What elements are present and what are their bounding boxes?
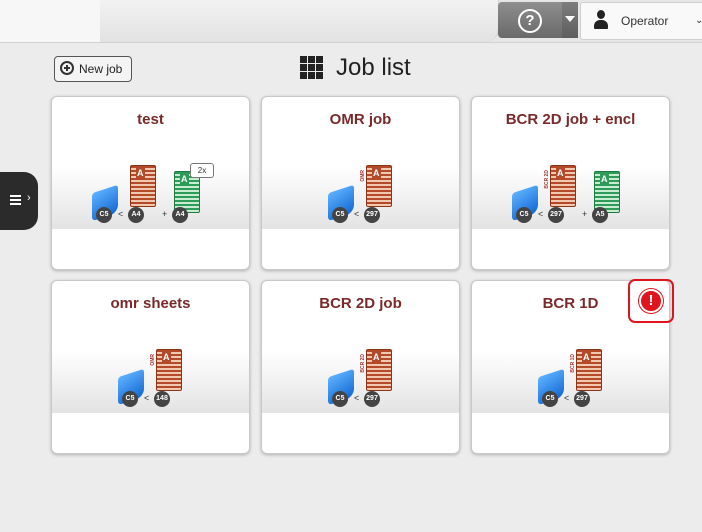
document-side-label: OMR <box>360 170 366 182</box>
multiplier-badge: 2x <box>190 163 214 178</box>
dropdown-arrow-icon <box>565 16 575 22</box>
top-left-area <box>0 0 101 42</box>
envelope-size-badge: C5 <box>96 207 112 223</box>
top-bar: ? Operator ⌄ <box>0 0 702 43</box>
help-icon: ? <box>518 9 542 33</box>
document-letter: A <box>582 352 591 362</box>
document-letter: A <box>180 174 189 184</box>
job-card[interactable]: BCR 2D job + encl C5 < A BCR 2D 297 + A A5 <box>471 96 670 270</box>
document-size-badge: 297 <box>574 391 590 407</box>
side-menu-tab[interactable]: › <box>0 172 38 230</box>
document-icon: A OMR <box>360 165 392 207</box>
job-card[interactable]: omr sheets C5 < A OMR 148 <box>51 280 250 454</box>
document-size-badge: 297 <box>548 207 564 223</box>
menu-icon <box>10 195 21 205</box>
document-icon: A OMR <box>150 349 182 391</box>
envelope-size-badge: C5 <box>332 207 348 223</box>
envelope-size-badge: C5 <box>332 391 348 407</box>
document-letter: A <box>556 168 565 178</box>
operator-symbol: < <box>538 209 544 219</box>
job-card[interactable]: OMR job C5 < A OMR 297 <box>261 96 460 270</box>
document-icon: A BCR 2D <box>544 165 576 207</box>
job-illustration: C5 < A BCR 1D 297 <box>472 333 669 413</box>
document-size-badge: A4 <box>172 207 188 223</box>
job-illustration: C5 < A BCR 2D 297 + A A5 <box>472 149 669 229</box>
document-icon: A <box>130 165 156 207</box>
top-title-area <box>100 0 499 42</box>
user-menu[interactable]: Operator ⌄ <box>580 2 702 40</box>
grid-icon <box>300 56 324 80</box>
document-icon: A BCR 2D <box>360 349 392 391</box>
envelope-size-badge: C5 <box>516 207 532 223</box>
operator-symbol: + <box>582 209 588 219</box>
operator-symbol: + <box>162 209 168 219</box>
page-title-text: Job list <box>336 54 411 81</box>
document-size-badge: 297 <box>364 207 380 223</box>
plus-circle-icon <box>60 61 74 75</box>
document-letter: A <box>136 168 145 178</box>
document-side-label: BCR 2D <box>544 170 550 189</box>
job-title: OMR job <box>329 111 392 128</box>
job-illustration: C5 < A OMR 148 <box>52 333 249 413</box>
exclamation-icon: ! <box>639 289 663 313</box>
chevron-right-icon: › <box>27 192 31 204</box>
document-letter: A <box>372 168 381 178</box>
document-size-badge: A5 <box>592 207 608 223</box>
job-illustration: C5 < A A4 + A 2x A4 <box>52 149 249 229</box>
job-title: test <box>137 111 164 128</box>
job-card[interactable]: test C5 < A A4 + A 2x A4 <box>51 96 250 270</box>
document-letter: A <box>600 174 609 184</box>
job-illustration: C5 < A OMR 297 <box>262 149 459 229</box>
operator-symbol: < <box>354 209 360 219</box>
document-size-badge: A4 <box>128 207 144 223</box>
job-card[interactable]: BCR 2D job C5 < A BCR 2D 297 <box>261 280 460 454</box>
operator-symbol: < <box>354 393 360 403</box>
operator-symbol: < <box>564 393 570 403</box>
new-job-label: New job <box>79 62 123 76</box>
document-letter: A <box>162 352 171 362</box>
user-name: Operator <box>621 14 669 28</box>
job-title: BCR 2D job + encl <box>505 111 636 128</box>
document-letter: A <box>372 352 381 362</box>
operator-symbol: < <box>118 209 124 219</box>
envelope-size-badge: C5 <box>122 391 138 407</box>
person-icon <box>593 10 609 30</box>
document-icon: A BCR 1D <box>570 349 602 391</box>
document-size-badge: 148 <box>154 391 170 407</box>
document-size-badge: 297 <box>364 391 380 407</box>
warning-indicator[interactable]: ! <box>628 279 674 323</box>
new-job-button[interactable]: New job <box>54 56 132 82</box>
document-side-label: BCR 2D <box>360 354 366 373</box>
envelope-size-badge: C5 <box>542 391 558 407</box>
chevron-down-icon: ⌄ <box>695 15 702 26</box>
help-button[interactable]: ? <box>498 2 562 38</box>
job-title: omr sheets <box>110 295 191 312</box>
job-title: BCR 2D job <box>319 295 402 312</box>
document-side-label: BCR 1D <box>570 354 576 373</box>
document-side-label: OMR <box>150 354 156 366</box>
help-dropdown-button[interactable] <box>562 2 578 38</box>
job-illustration: C5 < A BCR 2D 297 <box>262 333 459 413</box>
operator-symbol: < <box>144 393 150 403</box>
